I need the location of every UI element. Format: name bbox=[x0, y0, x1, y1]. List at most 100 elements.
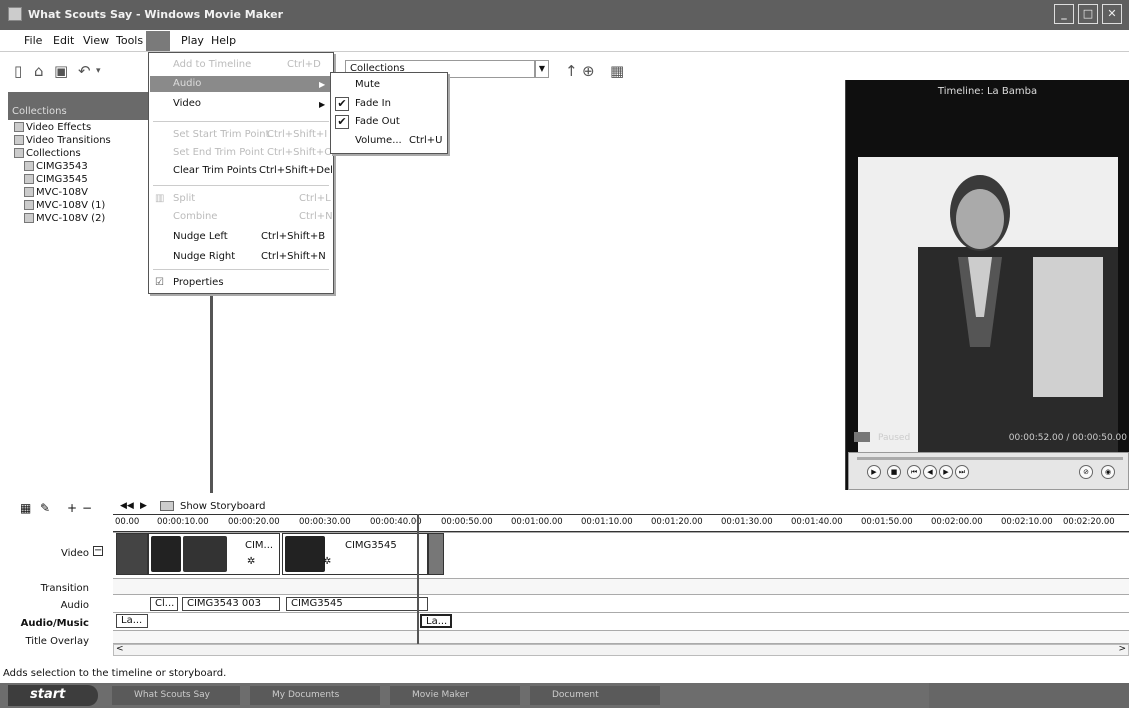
tree-video-transitions[interactable]: Video Transitions bbox=[14, 135, 111, 146]
stop-icon[interactable]: ■ bbox=[887, 465, 901, 479]
open-project-icon[interactable]: ⌂ bbox=[34, 62, 44, 80]
timeline-ruler[interactable]: 00.00 00:00:10.00 00:00:20.00 00:00:30.0… bbox=[113, 514, 1129, 532]
up-folder-icon[interactable]: ↑ bbox=[565, 62, 578, 80]
tree-collection-item[interactable]: MVC-108V bbox=[24, 187, 88, 198]
save-project-icon[interactable]: ▣ bbox=[54, 62, 68, 80]
tree-collection-item[interactable]: MVC-108V (2) bbox=[24, 213, 105, 224]
chevron-down-icon[interactable]: ▼ bbox=[535, 60, 549, 78]
clip-label: CIMG3545 bbox=[345, 540, 397, 551]
start-button[interactable]: start bbox=[8, 685, 98, 706]
seek-bar[interactable] bbox=[857, 457, 1123, 460]
video-clip[interactable]: CIMG3545 ✲ bbox=[282, 533, 428, 575]
tree-label: CIMG3543 bbox=[36, 161, 88, 172]
close-button[interactable]: ✕ bbox=[1102, 4, 1122, 24]
menu-item-clear-trim[interactable]: Clear Trim Points bbox=[173, 165, 257, 176]
playhead[interactable] bbox=[417, 514, 419, 644]
scroll-left-icon[interactable]: < bbox=[116, 644, 124, 654]
set-audio-levels-icon[interactable]: ▦ bbox=[20, 501, 31, 515]
menu-item-properties[interactable]: Properties bbox=[173, 277, 224, 288]
menu-item-add-to-timeline[interactable]: Add to Timeline bbox=[173, 59, 251, 70]
menu-play[interactable]: Play bbox=[181, 34, 204, 47]
track-label-title-overlay: Title Overlay bbox=[25, 636, 90, 647]
new-folder-icon[interactable]: ⊕ bbox=[582, 62, 595, 80]
menu-item-split[interactable]: Split bbox=[173, 193, 195, 204]
transition-track[interactable] bbox=[113, 578, 1129, 594]
collapse-icon[interactable]: − bbox=[93, 546, 103, 556]
taskbar-task[interactable]: Movie Maker bbox=[390, 686, 520, 705]
tree-label: Video Transitions bbox=[26, 135, 111, 146]
monitor-status-icon bbox=[854, 432, 870, 442]
timeline-scrollbar[interactable]: < > bbox=[113, 644, 1129, 656]
menu-item-combine[interactable]: Combine bbox=[173, 211, 217, 222]
tree-collection-item[interactable]: CIMG3543 bbox=[24, 161, 88, 172]
tree-collection-item[interactable]: CIMG3545 bbox=[24, 174, 88, 185]
menu-view[interactable]: View bbox=[83, 34, 109, 47]
narrate-icon[interactable]: ✎ bbox=[40, 501, 50, 515]
music-clip[interactable]: La... bbox=[420, 614, 452, 628]
track-label-audio-music: Audio/Music bbox=[20, 618, 89, 629]
menu-file[interactable]: File bbox=[24, 34, 42, 47]
clip-thumbnail bbox=[285, 536, 325, 572]
minimize-button[interactable]: _ bbox=[1054, 4, 1074, 24]
taskbar-task[interactable]: Document bbox=[530, 686, 660, 705]
menu-edit[interactable]: Edit bbox=[53, 34, 74, 47]
forward-icon[interactable]: ▶ bbox=[939, 465, 953, 479]
maximize-button[interactable]: □ bbox=[1078, 4, 1098, 24]
audio-clip[interactable]: Cl... bbox=[150, 597, 178, 611]
play-timeline-icon[interactable]: ▶ bbox=[140, 501, 147, 511]
submenu-item-fade-out[interactable]: Fade Out bbox=[355, 116, 400, 127]
scroll-right-icon[interactable]: > bbox=[1118, 644, 1126, 654]
ruler-tick: 00:01:30.00 bbox=[721, 517, 773, 527]
previous-icon[interactable]: ⏮ bbox=[907, 465, 921, 479]
rewind-timeline-icon[interactable]: ◀◀ bbox=[120, 501, 134, 511]
video-clip[interactable]: CIM... ✲ bbox=[148, 533, 280, 575]
ruler-tick: 00:01:20.00 bbox=[651, 517, 703, 527]
system-tray bbox=[929, 683, 1129, 708]
submenu-item-fade-in[interactable]: Fade In bbox=[355, 98, 391, 109]
snapshot-icon[interactable]: ◉ bbox=[1101, 465, 1115, 479]
menu-item-audio[interactable]: Audio bbox=[173, 78, 201, 89]
zoom-out-icon[interactable]: − bbox=[82, 501, 92, 515]
next-icon[interactable]: ⏭ bbox=[955, 465, 969, 479]
menu-help[interactable]: Help bbox=[211, 34, 236, 47]
menu-item-start-trim[interactable]: Set Start Trim Point bbox=[173, 129, 269, 140]
video-preview-image bbox=[918, 175, 1118, 477]
play-icon[interactable]: ▶ bbox=[867, 465, 881, 479]
zoom-in-icon[interactable]: + bbox=[67, 501, 77, 515]
submenu-arrow-icon: ▶ bbox=[319, 80, 326, 89]
menu-clip-open[interactable] bbox=[146, 31, 170, 51]
audio-clip[interactable]: CIMG3543 003 bbox=[182, 597, 280, 611]
show-storyboard-button[interactable]: Show Storyboard bbox=[180, 501, 265, 512]
submenu-item-mute[interactable]: Mute bbox=[355, 79, 380, 90]
views-icon[interactable]: ▦ bbox=[610, 62, 624, 80]
title-overlay-track[interactable] bbox=[113, 630, 1129, 644]
video-transitions-icon bbox=[14, 135, 24, 145]
shortcut: Ctrl+Shift+B bbox=[261, 231, 326, 242]
music-clip[interactable]: La... bbox=[116, 614, 148, 628]
tree-collections[interactable]: Collections bbox=[14, 148, 81, 159]
shortcut: Ctrl+Shift+I bbox=[267, 129, 328, 140]
ruler-tick: 00:02:10.00 bbox=[1001, 517, 1053, 527]
menu-item-end-trim[interactable]: Set End Trim Point bbox=[173, 147, 264, 158]
taskbar-task[interactable]: My Documents bbox=[250, 686, 380, 705]
clip-end-marker[interactable] bbox=[428, 533, 444, 575]
shortcut: Ctrl+U bbox=[409, 135, 443, 146]
check-icon: ✔ bbox=[335, 97, 349, 111]
tree-collection-item[interactable]: MVC-108V (1) bbox=[24, 200, 105, 211]
menu-tools[interactable]: Tools bbox=[116, 34, 143, 47]
split-clip-icon[interactable]: ⊘ bbox=[1079, 465, 1093, 479]
tree-video-effects[interactable]: Video Effects bbox=[14, 122, 91, 133]
submenu-item-volume[interactable]: Volume... bbox=[355, 135, 402, 146]
menu-item-nudge-right[interactable]: Nudge Right bbox=[173, 251, 235, 262]
rewind-icon[interactable]: ◀ bbox=[923, 465, 937, 479]
audio-music-track[interactable] bbox=[113, 612, 1129, 630]
taskbar-task[interactable]: What Scouts Say bbox=[112, 686, 240, 705]
audio-clip[interactable]: CIMG3545 bbox=[286, 597, 428, 611]
undo-dropdown-icon[interactable]: ▾ bbox=[96, 66, 101, 76]
undo-icon[interactable]: ↶ bbox=[78, 62, 91, 80]
new-project-icon[interactable]: ▯ bbox=[14, 62, 22, 80]
menu-item-nudge-left[interactable]: Nudge Left bbox=[173, 231, 228, 242]
video-clip[interactable] bbox=[116, 533, 148, 575]
menu-item-video[interactable]: Video bbox=[173, 98, 201, 109]
shortcut: Ctrl+Shift+Del bbox=[259, 165, 333, 176]
